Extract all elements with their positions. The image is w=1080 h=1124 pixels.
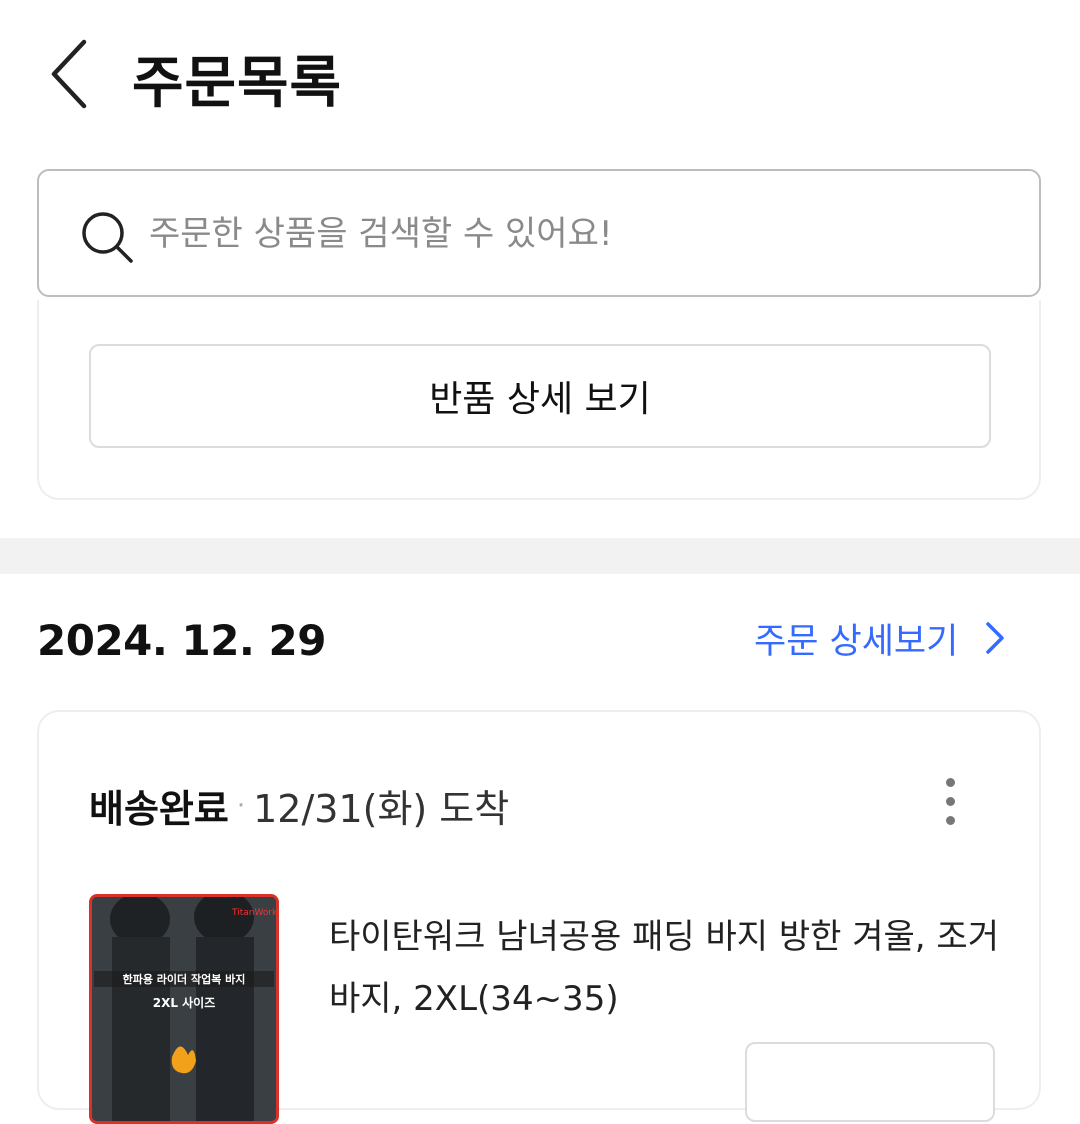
dot <box>945 797 955 806</box>
order-detail-link[interactable]: 주문 상세보기 <box>754 614 1006 662</box>
more-options-button[interactable] <box>935 778 965 834</box>
order-date: 2024. 12. 29 <box>37 616 326 665</box>
thumbnail-headline: 한파용 라이더 작업복 바지 <box>123 972 246 986</box>
search-input[interactable] <box>147 201 1011 267</box>
thumbnail-size: 2XL 사이즈 <box>153 995 216 1010</box>
chevron-right-icon <box>986 622 1005 654</box>
delivery-status-row: 배송완료 · 12/31(화) 도착 <box>89 778 509 833</box>
dot <box>945 778 955 787</box>
product-thumbnail[interactable]: TitanWork 한파용 라이더 작업복 바지 2XL 사이즈 <box>89 894 279 1124</box>
section-divider <box>0 538 1080 574</box>
return-detail-button[interactable]: 반품 상세 보기 <box>89 344 991 448</box>
dot <box>945 816 955 825</box>
product-image: TitanWork 한파용 라이더 작업복 바지 2XL 사이즈 <box>92 897 276 1121</box>
search-box[interactable] <box>37 169 1041 297</box>
previous-order-card: 반품 상세 보기 <box>37 300 1041 500</box>
back-button[interactable] <box>44 36 104 112</box>
delivery-status: 배송완료 <box>89 787 229 831</box>
product-name[interactable]: 타이탄워크 남녀공용 패딩 바지 방한 겨울, 조거바지, 2XL(34~35) <box>329 906 1009 1030</box>
chevron-left-icon <box>51 39 87 109</box>
thumbnail-brand: TitanWork <box>231 908 276 918</box>
search-icon <box>82 212 133 263</box>
arrival-date: 12/31(화) 도착 <box>253 787 510 831</box>
app-header: 주문목록 <box>0 0 1080 150</box>
order-detail-label: 주문 상세보기 <box>754 621 959 662</box>
page-title: 주문목록 <box>132 51 343 116</box>
order-card: 배송완료 · 12/31(화) 도착 TitanWork 한파용 라이더 작업복… <box>37 710 1041 1124</box>
status-separator: · <box>236 790 246 821</box>
order-action-button[interactable] <box>745 1042 995 1122</box>
